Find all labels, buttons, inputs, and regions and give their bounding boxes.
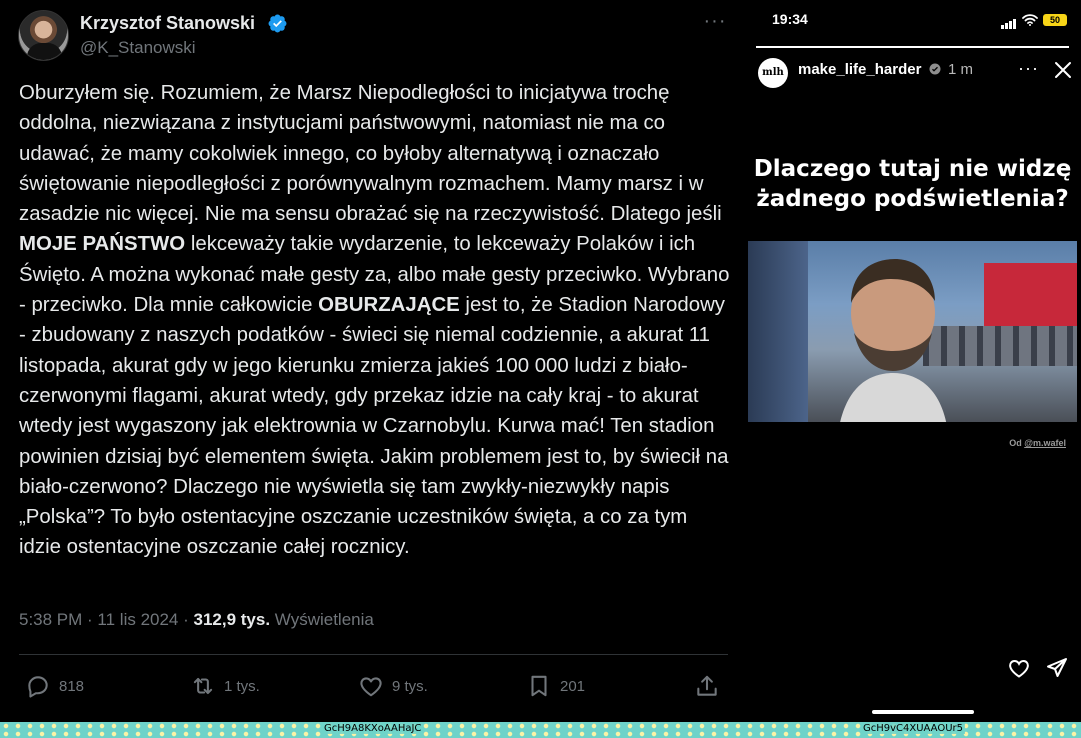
story-footer [745,650,1081,690]
divider [19,654,728,655]
reply-icon [28,676,48,698]
left-image-id: GcH9A8KXoAAHaJC [322,723,424,734]
verified-badge-icon [268,14,287,33]
status-icons: 50 [1001,11,1067,29]
person-image [840,259,947,422]
tweet-text: Oburzyłem się. Rozumiem, że Marsz Niepod… [19,82,736,559]
signal-icon [1001,11,1017,29]
home-indicator[interactable] [872,710,974,714]
tweet-panel: Krzysztof Stanowski @K_Stanowski ··· Obu… [0,0,745,722]
repost-icon [193,677,213,695]
repost-button[interactable]: 1 tys. [190,668,260,704]
heart-icon [360,677,382,697]
story-time: 1 m [948,61,974,78]
story-card[interactable]: mlh make_life_harder 1 m ··· Dlaczego tu… [748,38,1077,632]
tweet-meta: 5:38 PM · 11 lis 2024 · 312,9 tys. Wyświ… [19,610,374,629]
video-credit: Od @m.wafel [1009,438,1066,448]
wifi-icon [1022,14,1038,26]
verified-badge-icon [929,63,941,75]
bookmark-icon [531,675,547,697]
story-panel: 19:34 50 mlh make_life_harder 1 m ··· Dl… [745,0,1081,722]
tweet-actions: 818 1 tys. 9 tys. 201 [0,668,745,704]
battery-icon: 50 [1043,14,1067,26]
send-icon[interactable] [1045,656,1069,680]
story-video-frame[interactable] [748,241,1077,422]
caption-strip: GcH9A8KXoAAHaJC GcH9vC4XUAAOUr5 [0,722,1081,738]
more-options-icon[interactable]: ··· [700,11,730,34]
author-handle[interactable]: @K_Stanowski [80,38,196,58]
right-image-id: GcH9vC4XUAAOUr5 [861,723,966,734]
status-time: 19:34 [772,11,808,27]
repost-count: 1 tys. [224,677,260,695]
like-button[interactable]: 9 tys. [358,668,428,704]
author-avatar[interactable] [18,10,69,61]
tweet-time[interactable]: 5:38 PM [19,610,82,629]
like-count: 9 tys. [392,677,428,695]
bookmark-count: 201 [560,677,586,695]
share-button[interactable] [694,668,720,704]
story-progress [756,46,1069,48]
views-label: Wyświetlenia [274,610,374,629]
story-avatar[interactable]: mlh [758,58,788,88]
heart-icon[interactable] [1007,656,1031,680]
author-name[interactable]: Krzysztof Stanowski [80,13,255,34]
story-more-icon[interactable]: ··· [1018,58,1039,79]
bookmark-button[interactable]: 201 [526,668,585,704]
story-headline: Dlaczego tutaj nie widzę żadnego podświe… [753,156,1072,212]
share-icon [697,675,717,696]
tweet-date[interactable]: 11 lis 2024 [97,610,178,629]
views-count: 312,9 tys. [193,610,271,629]
close-icon[interactable] [1053,60,1073,80]
reply-count: 818 [59,677,85,695]
reply-button[interactable]: 818 [25,668,84,704]
story-username[interactable]: make_life_harder [798,61,921,78]
